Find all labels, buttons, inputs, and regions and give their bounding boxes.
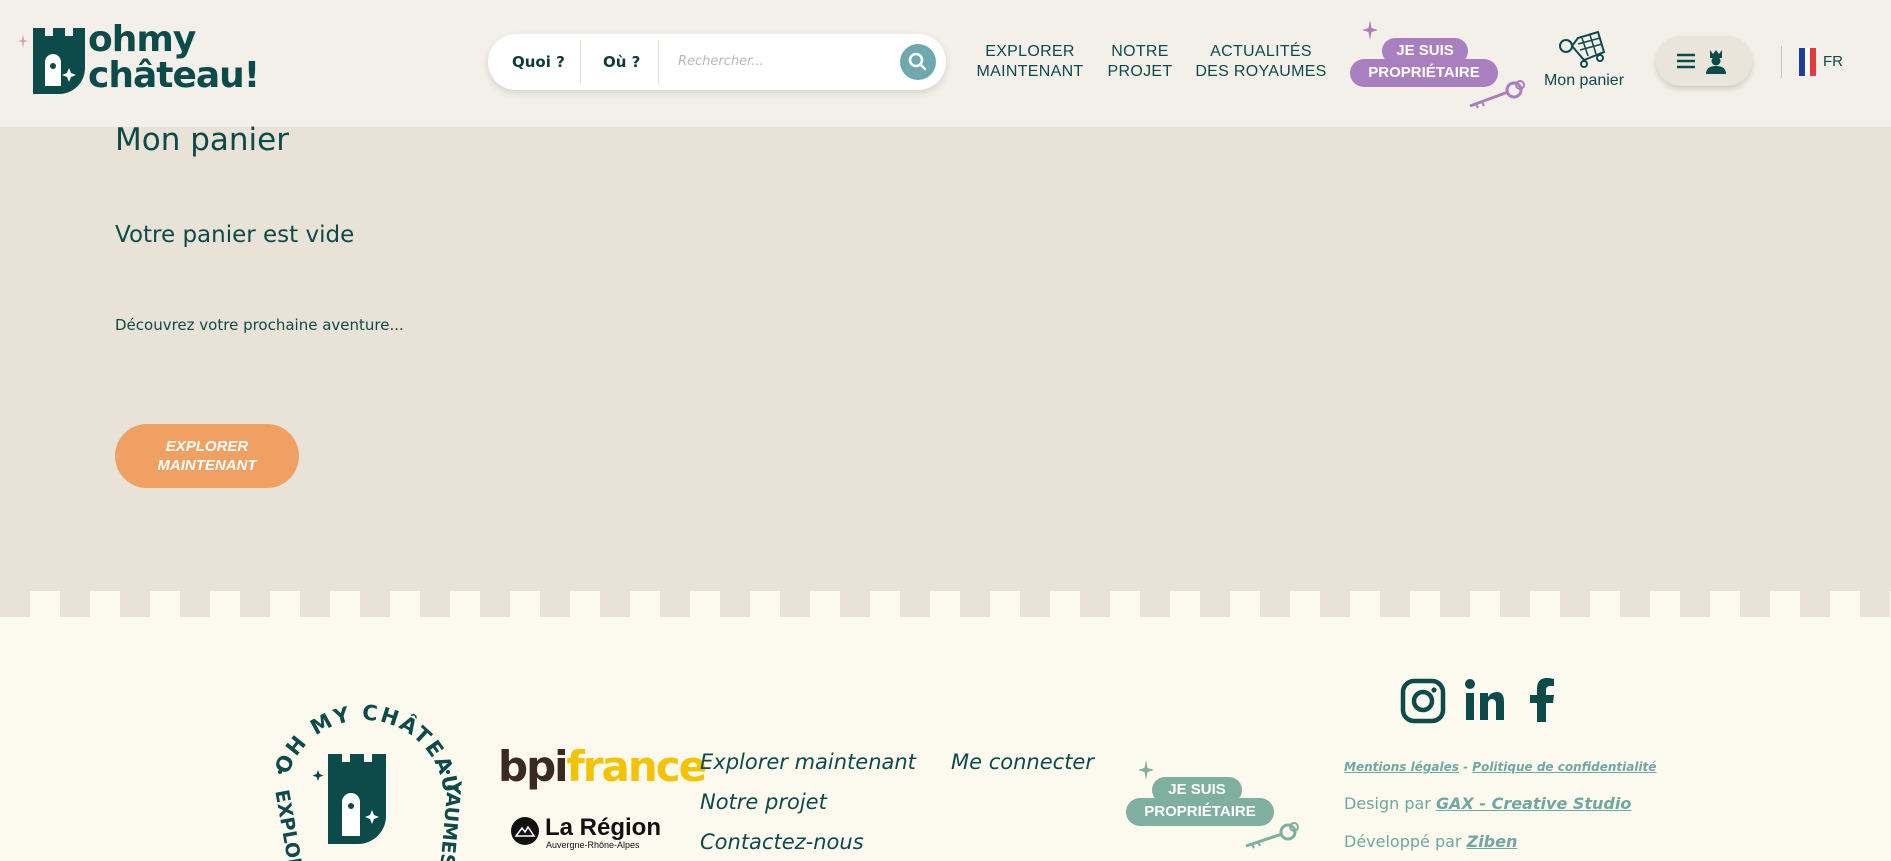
footer-owner-button[interactable]: JE SUIS PROPRIÉTAIRE <box>1126 760 1301 855</box>
design-agency-link[interactable]: GAX - Creative Studio <box>1436 794 1631 813</box>
design-credit-prefix: Design par <box>1344 794 1431 813</box>
oh-my-chateau-seal: OH MY CHÂTEAU ! EXPLOR YAUMES <box>262 700 465 861</box>
legal-links: Mentions légales - Politique de confiden… <box>1344 760 1656 774</box>
search-button[interactable] <box>900 44 936 80</box>
what-filter[interactable]: Quoi ? <box>512 34 565 90</box>
footer-link-login[interactable]: Me connecter <box>951 750 1094 774</box>
castle-crenellation-divider <box>0 591 1891 617</box>
divider <box>658 40 659 84</box>
cart-button[interactable]: Mon panier <box>1534 28 1634 98</box>
search-icon <box>908 52 927 71</box>
design-credit: Design par GAX - Creative Studio <box>1344 794 1631 813</box>
site-logo[interactable]: ohmy château! <box>18 19 274 98</box>
language-selector[interactable]: FR <box>1797 48 1843 78</box>
empty-cart-message: Votre panier est vide <box>115 222 355 248</box>
nav-label-line-1: NOTRE <box>1111 43 1169 60</box>
nav-explorer-maintenant[interactable]: EXPLORER MAINTENANT <box>973 42 1087 82</box>
seal-text-left: EXPLOR <box>270 788 306 861</box>
key-icon <box>1469 80 1525 109</box>
nav-label-line-2: DES ROYAUMES <box>1195 63 1327 80</box>
instagram-icon[interactable] <box>1400 678 1446 724</box>
explore-now-button[interactable]: EXPLORER MAINTENANT <box>115 424 299 488</box>
discover-text: Découvrez votre prochaine aventure... <box>115 316 404 334</box>
page-title: Mon panier <box>115 122 289 158</box>
site-header: ohmy château! Quoi ? Où ? Rechercher... … <box>0 0 1891 127</box>
region-subtitle: Auvergne-Rhône-Alpes <box>546 840 640 850</box>
cart-icon <box>1559 30 1606 68</box>
hamburger-and-user-icon <box>1677 50 1726 74</box>
dev-agency-link[interactable]: Ziben <box>1467 832 1518 851</box>
nav-label-line-1: EXPLORER <box>985 43 1075 60</box>
language-label: FR <box>1823 53 1843 70</box>
castle-logo-icon <box>33 28 85 94</box>
facebook-icon[interactable] <box>1527 678 1557 722</box>
cart-label: Mon panier <box>1543 72 1625 89</box>
bpi-part-1: bpi <box>498 742 569 791</box>
search-input[interactable]: Rechercher... <box>678 34 764 90</box>
dev-credit-prefix: Développé par <box>1344 832 1462 851</box>
divider <box>580 40 581 84</box>
privacy-policy-link[interactable]: Politique de confidentialité <box>1472 760 1656 774</box>
owner-button[interactable]: JE SUIS PROPRIÉTAIRE <box>1350 20 1530 112</box>
linkedin-icon[interactable] <box>1464 678 1506 722</box>
castle-logo-icon <box>328 754 386 844</box>
search-bar: Quoi ? Où ? Rechercher... <box>488 34 946 90</box>
sparkle-icon <box>1138 760 1154 780</box>
footer-link-projet[interactable]: Notre projet <box>700 790 827 814</box>
region-name: La Région <box>545 814 662 841</box>
cta-line-2: MAINTENANT <box>157 457 257 474</box>
key-icon <box>1245 822 1299 849</box>
region-mountain-icon <box>511 817 539 845</box>
cta-line-1: EXPLORER <box>165 438 249 455</box>
sparkle-icon <box>18 34 28 48</box>
bpifrance-logo[interactable]: bpifrance <box>498 742 708 791</box>
logo-line-1: ohmy <box>88 19 196 60</box>
footer-link-contact[interactable]: Contactez-nous <box>700 830 864 854</box>
nav-label-line-2: PROJET <box>1107 63 1173 80</box>
nav-actualites[interactable]: ACTUALITÉS DES ROYAUMES <box>1194 42 1328 82</box>
logo-wordmark: ohmy château! <box>88 19 260 96</box>
logo-line-2: château! <box>88 55 260 96</box>
menu-account-button[interactable] <box>1656 36 1752 86</box>
divider <box>1781 46 1782 78</box>
nav-label-line-2: MAINTENANT <box>976 63 1084 80</box>
bpi-part-2: france <box>566 742 708 791</box>
sparkle-icon <box>1362 20 1378 40</box>
legal-notice-link[interactable]: Mentions légales <box>1344 760 1459 774</box>
nav-notre-projet[interactable]: NOTRE PROJET <box>1102 42 1178 82</box>
dev-credit: Développé par Ziben <box>1344 832 1517 851</box>
flag-fr-icon <box>1799 48 1816 76</box>
where-filter[interactable]: Où ? <box>603 34 640 90</box>
footer-link-explorer[interactable]: Explorer maintenant <box>700 750 916 774</box>
legal-separator: - <box>1463 760 1469 774</box>
nav-label-line-1: ACTUALITÉS <box>1210 43 1312 60</box>
